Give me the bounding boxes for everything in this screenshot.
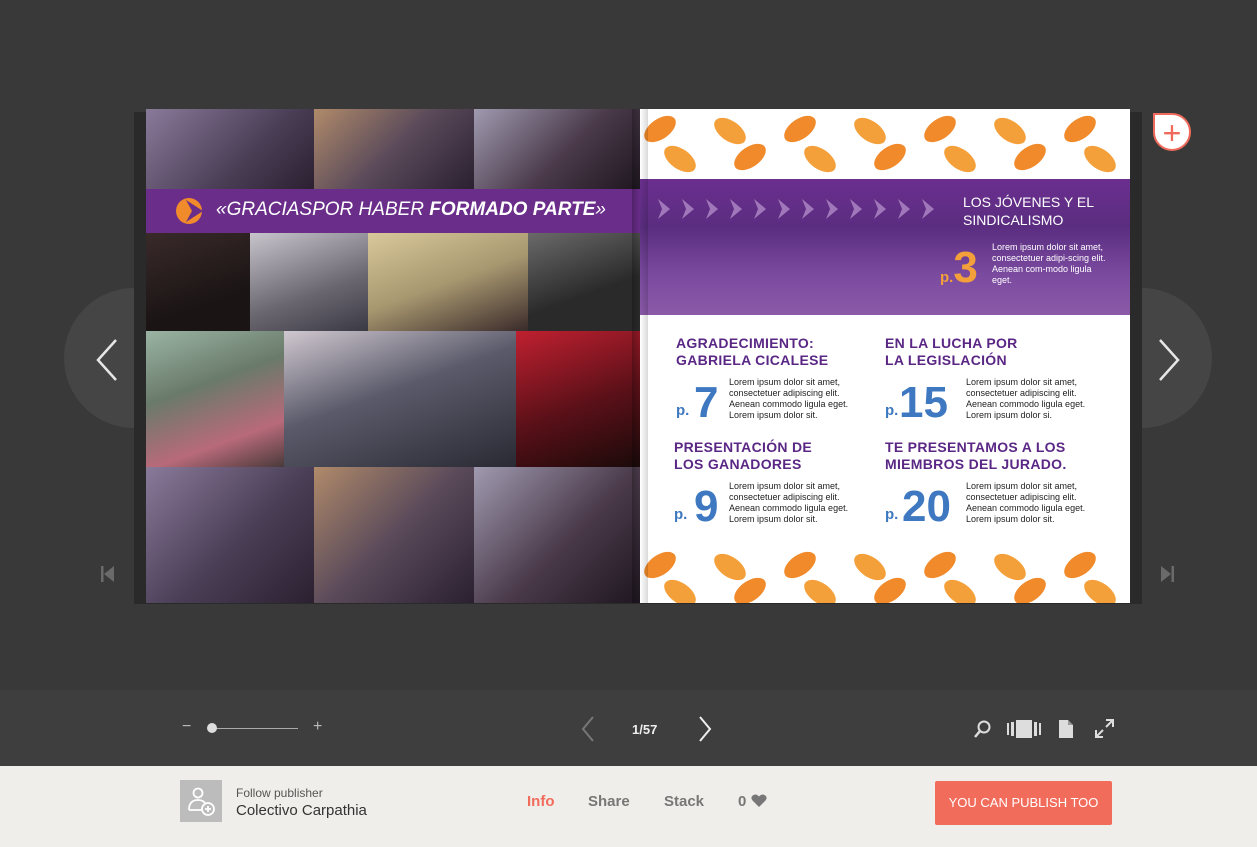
toc-page-number: 15 bbox=[899, 378, 948, 427]
photo-audience-seated bbox=[284, 331, 516, 467]
spine-shadow bbox=[632, 109, 648, 603]
toc-description: Lorem ipsum dolor sit amet, consectetuer… bbox=[966, 481, 1086, 524]
band-description: Lorem ipsum dolor sit amet, consectetuer… bbox=[992, 242, 1106, 285]
left-page[interactable]: «GRACIASPOR HABER FORMADO PARTE» bbox=[146, 109, 640, 603]
zoom-slider-handle[interactable] bbox=[207, 723, 217, 733]
right-page[interactable]: LOS JÓVENES Y EL SINDICALISMO p.3 Lorem … bbox=[640, 109, 1130, 603]
photo-drawings bbox=[368, 233, 528, 331]
prev-page-icon[interactable] bbox=[94, 338, 120, 392]
petal-pattern-top bbox=[644, 115, 1116, 173]
decorative-arrows bbox=[658, 199, 934, 219]
single-page-icon[interactable] bbox=[1059, 720, 1073, 743]
tab-stack[interactable]: Stack bbox=[664, 793, 704, 810]
toc-p-label: p. bbox=[885, 506, 899, 523]
toc-description: Lorem ipsum dolor sit amet, consectetuer… bbox=[966, 377, 1086, 420]
toc-page-number: 9 bbox=[694, 482, 719, 531]
zoom-out-button[interactable]: − bbox=[182, 718, 191, 736]
search-icon[interactable] bbox=[974, 720, 992, 743]
publisher-name[interactable]: Colectivo Carpathia bbox=[236, 802, 367, 819]
photo-man-award-2 bbox=[474, 467, 640, 603]
arrow-logo-icon bbox=[176, 198, 203, 224]
banner: «GRACIASPOR HABER FORMADO PARTE» bbox=[146, 189, 640, 233]
tab-info[interactable]: Info bbox=[527, 793, 555, 810]
photo-stage-group bbox=[146, 109, 314, 189]
toc-title: TE PRESENTAMOS A LOS MIEMBROS DEL JURADO. bbox=[885, 439, 1067, 472]
banner-title: «GRACIASPOR HABER FORMADO PARTE» bbox=[216, 199, 606, 220]
footer-bar: Follow publisher Colectivo Carpathia Inf… bbox=[0, 766, 1257, 847]
toc-page-number: 20 bbox=[902, 482, 951, 531]
photo-group-smiling bbox=[314, 109, 474, 189]
toc-entry-7[interactable]: AGRADECIMIENTO: GABRIELA CICALESE p. 7 Lo… bbox=[676, 335, 876, 425]
first-page-icon[interactable] bbox=[101, 565, 115, 588]
toc-title: PRESENTACIÓN DE LOS GANADORES bbox=[674, 439, 813, 472]
photo-panel-table bbox=[516, 331, 640, 467]
toc-description: Lorem ipsum dolor sit amet, consectetuer… bbox=[729, 377, 849, 420]
zoom-in-button[interactable]: + bbox=[313, 718, 322, 736]
page-indicator: 1/57 bbox=[632, 722, 658, 737]
petal-pattern-bottom bbox=[644, 551, 1116, 603]
toc-entry-20[interactable]: TE PRESENTAMOS A LOS MIEMBROS DEL JURADO.… bbox=[885, 439, 1115, 529]
toc-entry-15[interactable]: EN LA LUCHA POR LA LEGISLACIÓN p. 15 Lore… bbox=[885, 335, 1115, 425]
photo-group-smiling-2 bbox=[314, 467, 474, 603]
toc-entry-9[interactable]: PRESENTACIÓN DE LOS GANADORES p. 9 Lorem … bbox=[674, 439, 874, 529]
photo-stage-group-2 bbox=[146, 467, 314, 603]
photo-people-standing bbox=[528, 233, 640, 331]
toolbar-next-icon[interactable] bbox=[697, 715, 713, 748]
thumbnails-icon[interactable] bbox=[1007, 720, 1041, 743]
toc-title: AGRADECIMIENTO: GABRIELA CICALESE bbox=[676, 335, 829, 368]
follow-publisher-label[interactable]: Follow publisher bbox=[236, 786, 323, 800]
toc-page-number: 7 bbox=[694, 378, 719, 427]
fullscreen-icon[interactable] bbox=[1095, 719, 1114, 743]
photo-man-award bbox=[474, 109, 640, 189]
band-page-ref[interactable]: p.3 bbox=[940, 243, 978, 293]
toc-p-label: p. bbox=[885, 402, 899, 419]
toolbar-prev-icon[interactable] bbox=[580, 715, 596, 748]
next-page-icon[interactable] bbox=[1156, 338, 1182, 392]
toc-p-label: p. bbox=[674, 506, 688, 523]
photo-auditorium bbox=[146, 233, 250, 331]
like-count[interactable]: 0 bbox=[738, 793, 746, 810]
add-page-icon[interactable]: + bbox=[1153, 113, 1191, 151]
band-title: LOS JÓVENES Y EL SINDICALISMO bbox=[963, 194, 1094, 228]
toc-title: EN LA LUCHA POR LA LEGISLACIÓN bbox=[885, 335, 1018, 368]
zoom-slider-track[interactable] bbox=[208, 728, 298, 729]
follow-publisher-icon[interactable] bbox=[180, 780, 222, 822]
last-page-icon[interactable] bbox=[1160, 565, 1174, 588]
magazine-spread: «GRACIASPOR HABER FORMADO PARTE» LOS JÓV… bbox=[146, 109, 1130, 603]
reader-stage: «GRACIASPOR HABER FORMADO PARTE» LOS JÓV… bbox=[0, 0, 1257, 690]
photo-classroom-group bbox=[146, 331, 284, 467]
toc-p-label: p. bbox=[676, 402, 690, 419]
tab-share[interactable]: Share bbox=[588, 793, 630, 810]
heart-icon[interactable] bbox=[751, 794, 767, 813]
reader-toolbar: − + 1/57 bbox=[0, 690, 1257, 766]
publish-button[interactable]: YOU CAN PUBLISH TOO bbox=[935, 781, 1112, 825]
featured-band: LOS JÓVENES Y EL SINDICALISMO p.3 Lorem … bbox=[640, 179, 1130, 315]
toc-description: Lorem ipsum dolor sit amet, consectetuer… bbox=[729, 481, 849, 524]
photo-hall-crowd bbox=[250, 233, 368, 331]
